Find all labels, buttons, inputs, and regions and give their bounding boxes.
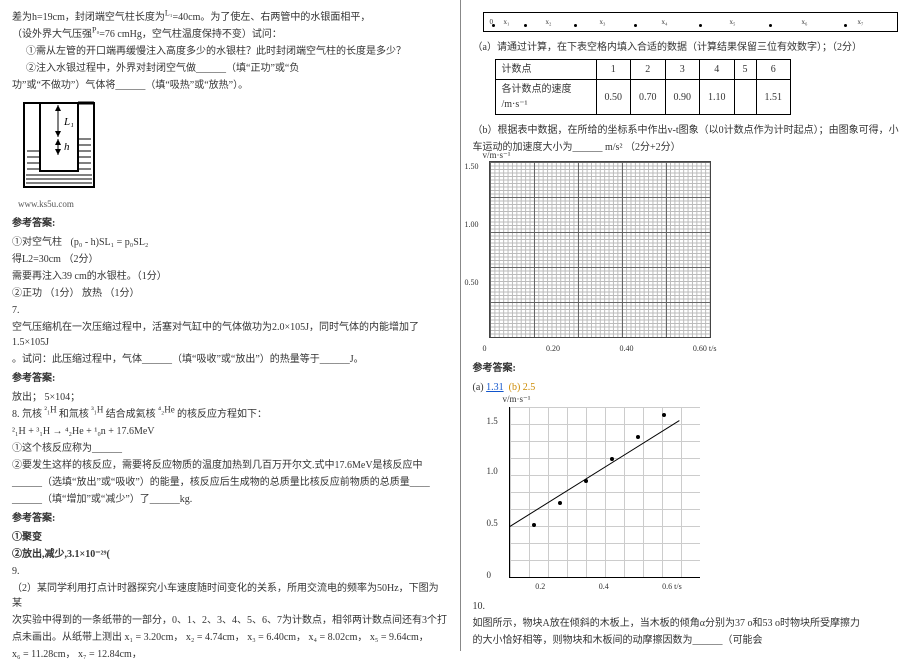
q9-l3: 点未画出。从纸带上测出 x₁ = 3.20cm， x₂ = 4.74cm， x₃…: [12, 630, 448, 645]
part-b-text2: 车运动的加速度大小为______ m/s² （2分+2分）: [473, 140, 909, 155]
right-column: 0 x₁ x₂ x₃ x₄ x₅ x₆ x₇ （a）请通过计算，在下表空格内填入…: [461, 0, 920, 651]
q6-line2: （设外界大气压强P₀=76 cmHg，空气柱温度保持不变）试问：: [12, 27, 448, 42]
q6-line1: 差为h=19cm，封闭端空气柱长度为L₁=40cm。为了使左、右两管中的水银面相…: [12, 10, 448, 25]
label-h: h: [64, 141, 70, 153]
ans-ab: (a) 1.31 (b) 2.5: [473, 380, 909, 395]
q8-ans1: ①聚变: [12, 530, 448, 545]
q9-l4: x₆ = 11.28cm， x₇ = 12.84cm，: [12, 647, 448, 662]
ans-l2: 得L2=30cm （2分）: [12, 252, 448, 267]
q7-l2: 。试问：此压缩过程中，气体______（填“吸收”或“放出”）的热量等于____…: [12, 352, 448, 367]
q8-eq: ²₁H + ³₁H → ⁴₂He + ¹₀n + 17.6MeV: [12, 424, 448, 439]
ans-l3: 需要再注入39 cm的水银柱。（1分）: [12, 269, 448, 284]
table-row: 计数点 1 2 3 4 5 6: [495, 60, 791, 80]
q8-4: ______（填“增加”或“减少”）了______kg.: [12, 492, 448, 507]
q6-sub2a: ②注入水银过程中，外界对封闭空气做______（填“正功”或“负: [12, 61, 448, 76]
left-column: 差为h=19cm，封闭端空气柱长度为L₁=40cm。为了使左、右两管中的水银面相…: [0, 0, 460, 651]
answer-vt-chart: v/m·s⁻¹ 1.5 1.0 0.5 0 0.2 0.4 0.6 t/s: [481, 397, 711, 597]
q9-num: 9.: [12, 564, 448, 579]
blank-vt-chart: v/m·s⁻¹ 1.50 1.00 0.50 0 0.20 0.40 0.60 …: [489, 161, 909, 355]
q7-num: 7.: [12, 303, 448, 318]
attribution: www.ks5u.com: [18, 198, 448, 212]
ans-l4: ②正功 （1分） 放热 （1分）: [12, 286, 448, 301]
q6-sub1: ①需从左管的开口端再缓慢注入高度多少的水银柱？此时封闭端空气柱的长度是多少？: [12, 44, 448, 59]
answer-heading-1: 参考答案:: [12, 216, 448, 231]
q8-2: ②要发生这样的核反应，需要将反应物质的温度加热到几百万开尔文.式中17.6MeV…: [12, 458, 448, 473]
q8-ans2: ②放出,减少,3.1×10⁻²⁹(: [12, 547, 448, 562]
q8-line: 8. 氘核 ²₁H 和氚核 ³₁H 结合成氦核 ⁴₂He 的核反应方程如下：: [12, 407, 448, 422]
part-a-text: （a）请通过计算，在下表空格内填入合适的数据（计算结果保留三位有效数字）；（2分…: [473, 40, 909, 55]
paper-tape-figure: 0 x₁ x₂ x₃ x₄ x₅ x₆ x₇: [483, 12, 899, 32]
q7-ans: 放出； 5×104；: [12, 390, 448, 405]
u-tube-figure: L₁ h www.ks5u.com: [18, 97, 448, 212]
label-L1: L₁: [63, 116, 74, 128]
q10-num: 10.: [473, 599, 909, 614]
q7-l1: 空气压缩机在一次压缩过程中，活塞对气缸中的气体做功为2.0×105J，同时气体的…: [12, 320, 448, 350]
q10-l2: 的大小恰好相等，则物块和木板间的动摩擦因数为______（可能会: [473, 633, 909, 648]
q9-l1: （2）某同学利用打点计时器探究小车速度随时间变化的关系，所用交流电的频率为50H…: [12, 581, 448, 611]
ans-eq: ①对空气柱 (p₀ - h)SL₁ = p₀SL₂: [12, 235, 448, 250]
q8-3: ______（选填“放出”或“吸收”）的能量，核反应后生成物的总质量比核反应前物…: [12, 475, 448, 490]
q8-1: ①这个核反应称为______: [12, 441, 448, 456]
part-b-text: （b）根据表中数据，在所给的坐标系中作出v-t图象（以0计数点作为计时起点）；由…: [473, 123, 909, 138]
q10-l1: 如图所示，物块A放在倾斜的木板上，当木板的倾角α分别为37 o和53 o时物块所…: [473, 616, 909, 631]
answer-heading-3: 参考答案:: [12, 511, 448, 526]
q9-l2: 次实验中得到的一条纸带的一部分，0、1、2、3、4、5、6、7为计数点，相邻两计…: [12, 613, 448, 628]
answer-heading-4: 参考答案:: [473, 361, 909, 376]
q6-sub2b: 功”或“不做功”）气体将______（填“吸热”或“放热”）。: [12, 78, 448, 93]
table-row: 各计数点的速度/m·s⁻¹ 0.50 0.70 0.90 1.10 1.51: [495, 80, 791, 115]
velocity-table: 计数点 1 2 3 4 5 6 各计数点的速度/m·s⁻¹ 0.50 0.70 …: [495, 59, 792, 115]
answer-heading-2: 参考答案:: [12, 371, 448, 386]
